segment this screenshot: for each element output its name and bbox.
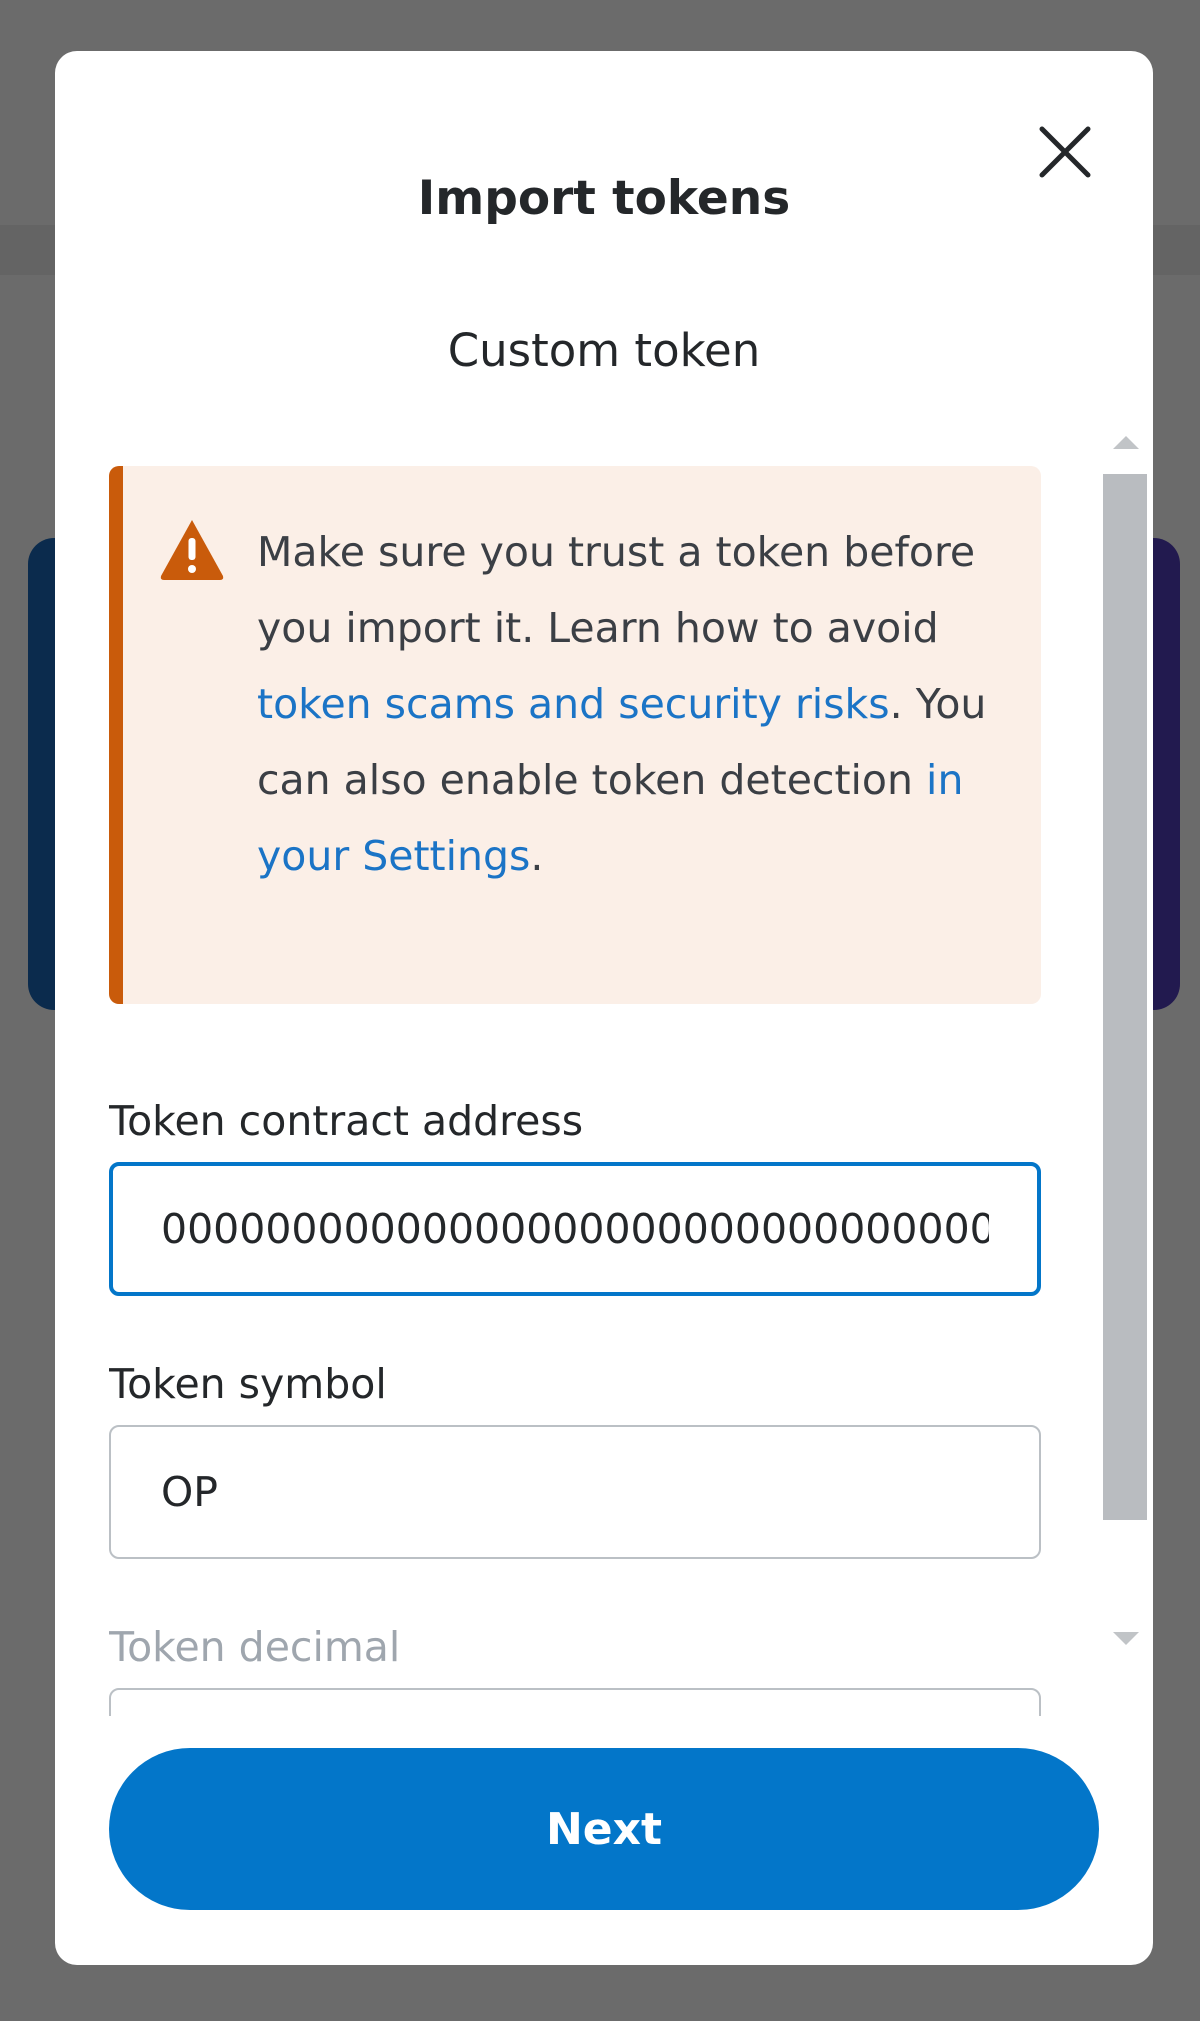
modal-title: Import tokens: [417, 171, 791, 226]
warning-triangle-icon: [157, 514, 227, 584]
form-scrollbar[interactable]: [1103, 436, 1147, 1656]
form-scroll-area[interactable]: Make sure you trust a token before you i…: [109, 416, 1049, 1716]
contract-address-label: Token contract address: [109, 1097, 584, 1145]
warning-message: Make sure you trust a token before you i…: [257, 514, 1017, 894]
close-icon: [1039, 126, 1091, 178]
scrollbar-thumb[interactable]: [1103, 474, 1147, 1520]
scam-security-link[interactable]: token scams and security risks: [257, 680, 890, 728]
warning-text-intro: Make sure you trust a token before you i…: [257, 528, 976, 652]
token-decimal-label: Token decimal: [109, 1623, 401, 1671]
warning-banner: Make sure you trust a token before you i…: [109, 466, 1041, 1004]
warning-text-end: .: [530, 832, 544, 880]
import-tokens-modal: Import tokens Custom token Make sure you…: [55, 51, 1153, 1965]
token-decimal-input[interactable]: [109, 1688, 1041, 1716]
scroll-down-arrow-icon[interactable]: [1113, 1632, 1139, 1645]
token-symbol-label: Token symbol: [109, 1360, 387, 1408]
scroll-up-arrow-icon[interactable]: [1113, 436, 1139, 449]
close-button[interactable]: [1030, 117, 1100, 187]
section-title: Custom token: [447, 324, 761, 377]
next-button[interactable]: Next: [109, 1748, 1099, 1910]
contract-address-input[interactable]: [109, 1162, 1041, 1296]
token-symbol-input[interactable]: [109, 1425, 1041, 1559]
warning-accent-bar: [109, 466, 123, 1004]
